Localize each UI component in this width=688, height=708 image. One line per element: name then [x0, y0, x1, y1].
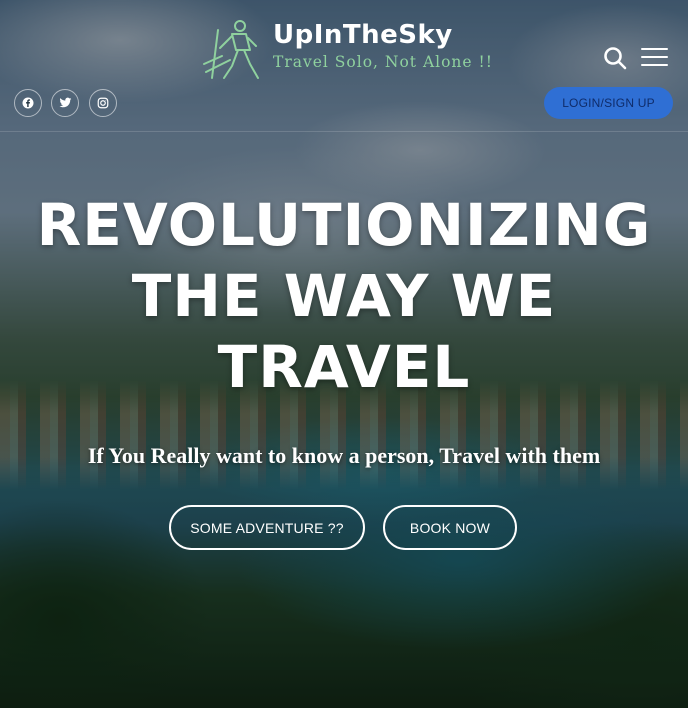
- brand-logo[interactable]: UpInTheSky Travel Solo, Not Alone !!: [202, 14, 492, 84]
- search-icon[interactable]: [603, 46, 627, 70]
- brand-title: UpInTheSky: [273, 20, 453, 50]
- hamburger-menu-icon[interactable]: [641, 48, 668, 67]
- facebook-icon[interactable]: [14, 89, 42, 117]
- headline-line-3: TRAVEL: [217, 333, 471, 401]
- headline-line-1: REVOLUTIONIZING: [36, 191, 652, 259]
- brand-tagline: Travel Solo, Not Alone !!: [273, 53, 493, 71]
- headline-line-2: THE WAY WE: [131, 262, 557, 330]
- header-divider: [0, 131, 688, 132]
- hiker-logo-icon: [203, 20, 259, 79]
- login-signup-button[interactable]: LOGIN/SIGN UP: [544, 87, 673, 119]
- hero-subheadline: If You Really want to know a person, Tra…: [87, 443, 601, 468]
- instagram-icon[interactable]: [89, 89, 117, 117]
- some-adventure-button[interactable]: SOME ADVENTURE ??: [169, 505, 365, 550]
- hero-headline: REVOLUTIONIZING THE WAY WE TRAVEL: [0, 190, 688, 403]
- twitter-icon[interactable]: [51, 89, 79, 117]
- book-now-button[interactable]: BOOK NOW: [383, 505, 517, 550]
